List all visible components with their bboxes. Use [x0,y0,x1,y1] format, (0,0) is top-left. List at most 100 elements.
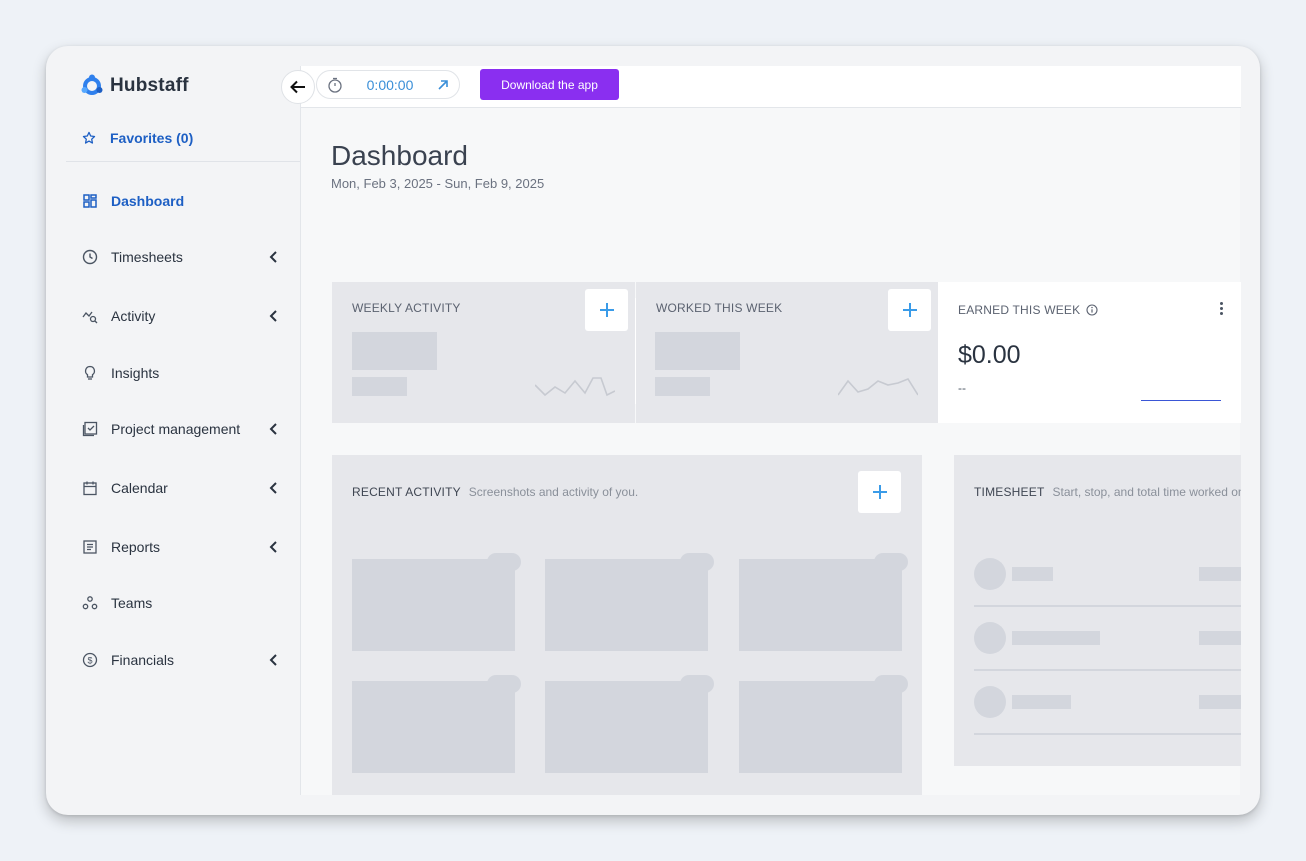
dashboard-icon [82,193,98,209]
sidebar-item-activity[interactable]: Activity [82,304,278,328]
open-timer-arrow-icon[interactable] [437,79,449,91]
sidebar-item-timesheets[interactable]: Timesheets [82,245,278,269]
timesheet-header: TIMESHEET Start, stop, and total time wor… [974,485,1241,499]
screenshot-placeholder [739,681,902,773]
time-placeholder [1199,695,1241,709]
worked-this-week-card: WORKED THIS WEEK [636,282,938,423]
plus-icon [902,303,917,317]
sub-placeholder [352,377,407,396]
earned-sub: -- [958,381,966,395]
name-placeholder [1012,695,1071,709]
timer-value: 0:00:00 [366,76,414,93]
sidebar: Hubstaff Favorites (0) Dashboard Timeshe… [66,66,300,795]
avatar-placeholder [974,686,1006,718]
favorites-link[interactable]: Favorites (0) [82,130,193,146]
dollar-icon: $ [82,652,98,668]
star-icon [82,131,96,144]
info-icon[interactable] [1086,304,1098,316]
sidebar-item-label: Teams [111,595,153,611]
chevron-left-icon[interactable] [268,250,278,264]
plus-icon [599,303,614,317]
main-content: 0:00:00 Download the app Dashboard Mon, … [300,66,1241,795]
sidebar-item-label: Timesheets [111,249,183,265]
stopwatch-icon [328,77,342,93]
recent-activity-header: RECENT ACTIVITY Screenshots and activity … [352,485,638,499]
time-placeholder [1199,567,1241,581]
value-placeholder [352,332,437,370]
sub-placeholder [655,377,710,396]
sparkline-placeholder [838,378,918,396]
weekly-activity-card: WEEKLY ACTIVITY [332,282,635,423]
screenshot-placeholder [352,681,515,773]
sidebar-item-financials[interactable]: $ Financials [82,648,278,672]
arrow-left-icon [290,80,305,94]
earned-this-week-card: EARNED THIS WEEK $0.00 -- [938,282,1241,423]
time-placeholder [1199,631,1241,645]
sidebar-item-insights[interactable]: Insights [82,361,278,385]
screenshot-placeholder [545,681,708,773]
chevron-left-icon[interactable] [268,540,278,554]
timesheet-label: TIMESHEET [974,485,1045,499]
chevron-left-icon[interactable] [268,422,278,436]
name-placeholder [1012,567,1053,581]
download-app-button[interactable]: Download the app [480,69,619,100]
svg-text:$: $ [87,656,92,666]
worked-this-week-label: WORKED THIS WEEK [656,301,783,315]
favorites-label: Favorites (0) [110,130,194,146]
earned-this-week-header: EARNED THIS WEEK [958,303,1098,317]
collapse-sidebar-button[interactable] [281,70,315,104]
chevron-left-icon[interactable] [268,653,278,667]
plus-icon [872,485,887,499]
sidebar-item-label: Dashboard [111,193,185,209]
activity-icon [82,308,98,324]
sidebar-item-calendar[interactable]: Calendar [82,476,278,500]
teams-icon [82,595,98,611]
screenshot-placeholder [545,559,708,651]
weekly-activity-label: WEEKLY ACTIVITY [352,301,461,315]
row-divider [974,733,1241,735]
timesheet-panel: TIMESHEET Start, stop, and total time wor… [954,455,1241,766]
row-divider [974,669,1241,671]
earned-this-week-label: EARNED THIS WEEK [958,303,1081,317]
recent-activity-label: RECENT ACTIVITY [352,485,461,499]
sidebar-item-reports[interactable]: Reports [82,535,278,559]
page-title: Dashboard [331,140,468,171]
screenshot-placeholder [739,559,902,651]
sidebar-item-dashboard[interactable]: Dashboard [82,189,278,213]
lightbulb-icon [82,365,98,381]
more-options-icon[interactable] [1220,302,1224,315]
chevron-left-icon[interactable] [268,481,278,495]
calendar-icon [82,480,98,496]
earned-value: $0.00 [958,341,1021,369]
top-bar: 0:00:00 Download the app [301,66,1241,108]
date-range[interactable]: Mon, Feb 3, 2025 - Sun, Feb 9, 2025 [331,176,544,191]
app-window: Hubstaff Favorites (0) Dashboard Timeshe… [46,46,1260,815]
timesheet-desc: Start, stop, and total time worked on [1052,485,1241,499]
earned-sparkline [1141,400,1221,401]
name-placeholder [1012,631,1100,645]
brand-name: Hubstaff [110,75,189,96]
chevron-left-icon[interactable] [268,309,278,323]
recent-activity-desc: Screenshots and activity of you. [468,485,639,499]
avatar-placeholder [974,558,1006,590]
screenshot-placeholder [352,559,515,651]
sidebar-item-label: Reports [111,539,161,555]
add-worked-this-week-button[interactable] [888,289,931,331]
sidebar-item-label: Activity [111,308,156,324]
clock-icon [82,249,98,265]
report-icon [82,539,98,555]
value-placeholder [655,332,740,370]
sidebar-divider [66,161,300,162]
add-recent-activity-button[interactable] [858,471,901,513]
hubstaff-logo[interactable]: Hubstaff [80,74,189,98]
sidebar-item-label: Insights [111,365,160,381]
recent-activity-panel: RECENT ACTIVITY Screenshots and activity … [332,455,922,795]
timer-widget[interactable]: 0:00:00 [316,70,460,99]
sidebar-item-label: Financials [111,652,175,668]
sidebar-item-project-management[interactable]: Project management [82,417,278,441]
sidebar-item-label: Calendar [111,480,168,496]
avatar-placeholder [974,622,1006,654]
sidebar-item-teams[interactable]: Teams [82,591,278,615]
sparkline-placeholder [535,377,615,397]
add-weekly-activity-button[interactable] [585,289,628,331]
